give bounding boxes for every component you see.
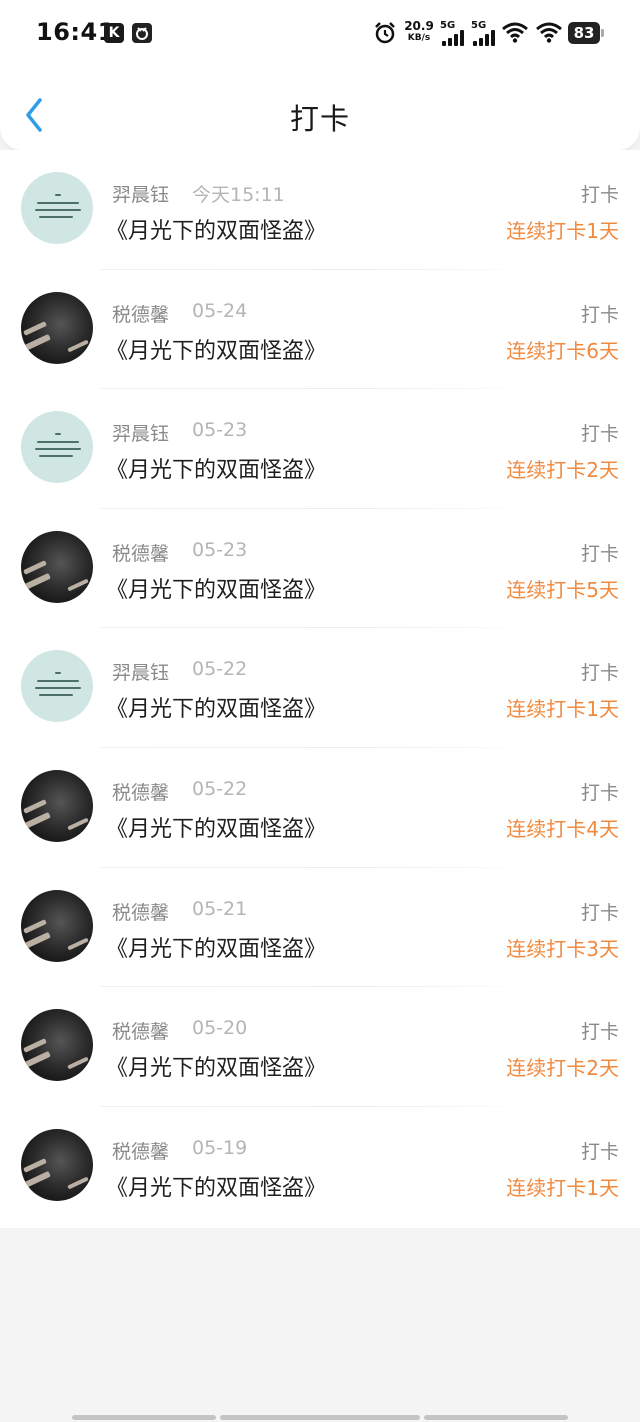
user-name: 税德馨 xyxy=(112,1140,170,1163)
user-name: 税德馨 xyxy=(112,901,170,924)
battery-indicator: 83 xyxy=(568,22,604,44)
streak-label: 连续打卡1天 xyxy=(506,697,619,722)
book-title: 《月光下的双面怪盗》 xyxy=(106,458,327,484)
avatar[interactable] xyxy=(21,650,93,723)
signal-icon-sim2: 5G xyxy=(471,20,499,46)
avatar[interactable] xyxy=(21,889,93,962)
checkin-date: 05-23 xyxy=(192,538,248,561)
streak-label: 连续打卡2天 xyxy=(506,1056,619,1081)
avatar[interactable] xyxy=(21,530,93,603)
checkin-date: 05-22 xyxy=(192,778,248,800)
checkin-row[interactable]: 税德馨 05-20 《月光下的双面怪盗》 打卡连续打卡2天 xyxy=(0,987,640,1107)
checkin-row[interactable]: 税德馨 05-23 《月光下的双面怪盗》 打卡连续打卡5天 xyxy=(0,509,640,629)
avatar[interactable] xyxy=(21,1009,93,1082)
notification-app-icon xyxy=(132,23,152,43)
checkin-date: 今天15:11 xyxy=(192,184,285,206)
user-name: 税德馨 xyxy=(112,303,170,326)
checkin-row[interactable]: 税德馨 05-21 《月光下的双面怪盗》 打卡连续打卡3天 xyxy=(0,868,640,988)
avatar[interactable] xyxy=(21,770,93,842)
avatar[interactable] xyxy=(21,1128,93,1201)
alarm-icon xyxy=(375,22,395,44)
checkin-date: 05-19 xyxy=(192,1136,248,1159)
streak-label: 连续打卡6天 xyxy=(506,338,619,363)
book-title: 《月光下的双面怪盗》 xyxy=(106,577,327,603)
checkin-row[interactable]: 羿晨钰 05-22 《月光下的双面怪盗》 打卡连续打卡1天 xyxy=(0,628,640,748)
streak-label: 连续打卡1天 xyxy=(506,1175,619,1200)
page-title: 打卡 xyxy=(289,102,350,136)
avatar[interactable] xyxy=(21,411,93,484)
streak-label: 连续打卡2天 xyxy=(506,458,619,483)
checkin-row[interactable]: 羿晨钰 05-23 《月光下的双面怪盗》 打卡连续打卡2天 xyxy=(0,389,640,509)
wifi-icon xyxy=(502,22,528,43)
book-title: 《月光下的双面怪盗》 xyxy=(106,338,327,364)
user-name: 羿晨钰 xyxy=(112,662,170,685)
user-name: 税德馨 xyxy=(112,1021,170,1044)
book-title: 《月光下的双面怪盗》 xyxy=(106,1175,327,1201)
checkin-tag: 打卡 xyxy=(580,542,619,565)
top-bar: 16:41 K 20.9 KB/s 5G 5G 83 打卡 xyxy=(0,0,640,150)
book-title: 《月光下的双面怪盗》 xyxy=(106,1056,327,1082)
checkin-tag: 打卡 xyxy=(580,303,619,326)
book-title: 《月光下的双面怪盗》 xyxy=(106,697,327,723)
checkin-date: 05-24 xyxy=(192,299,248,322)
streak-label: 连续打卡5天 xyxy=(506,577,619,602)
user-name: 税德馨 xyxy=(112,542,170,565)
book-title: 《月光下的双面怪盗》 xyxy=(106,817,327,842)
checkin-date: 05-20 xyxy=(192,1017,248,1040)
checkin-tag: 打卡 xyxy=(580,901,619,924)
streak-label: 连续打卡3天 xyxy=(506,936,619,961)
checkin-tag: 打卡 xyxy=(580,1140,619,1163)
k-app-icon: K xyxy=(104,23,124,43)
nav-indicator-left xyxy=(72,1415,216,1420)
checkin-tag: 打卡 xyxy=(580,782,619,804)
checkin-date: 05-22 xyxy=(192,658,248,681)
checkin-tag: 打卡 xyxy=(580,184,619,206)
user-name: 羿晨钰 xyxy=(112,184,170,206)
signal-icon-sim1: 5G xyxy=(440,20,468,46)
checkin-tag: 打卡 xyxy=(580,662,619,685)
user-name: 税德馨 xyxy=(112,782,170,804)
checkin-row[interactable]: 羿晨钰 今天15:11 《月光下的双面怪盗》 打卡连续打卡1天 xyxy=(0,150,640,270)
status-bar: 16:41 K 20.9 KB/s 5G 5G 83 xyxy=(0,0,640,66)
streak-label: 连续打卡4天 xyxy=(506,817,619,841)
checkin-tag: 打卡 xyxy=(580,1021,619,1044)
nav-indicator-center[interactable] xyxy=(220,1415,420,1420)
book-title: 《月光下的双面怪盗》 xyxy=(106,936,327,962)
checkin-date: 05-21 xyxy=(192,897,248,920)
checkin-row[interactable]: 税德馨 05-19 《月光下的双面怪盗》 打卡连续打卡1天 xyxy=(0,1107,640,1227)
streak-label: 连续打卡1天 xyxy=(506,219,619,243)
book-title: 《月光下的双面怪盗》 xyxy=(106,219,327,244)
checkin-row[interactable]: 税德馨 05-22 《月光下的双面怪盗》 打卡连续打卡4天 xyxy=(0,748,640,868)
avatar[interactable] xyxy=(21,291,93,364)
checkin-tag: 打卡 xyxy=(580,423,619,446)
checkin-date: 05-23 xyxy=(192,419,248,442)
wifi-icon-2 xyxy=(536,22,562,43)
avatar[interactable] xyxy=(21,172,93,244)
checkin-row[interactable]: 税德馨 05-24 《月光下的双面怪盗》 打卡连续打卡6天 xyxy=(0,270,640,390)
network-speed: 20.9 KB/s xyxy=(404,19,434,43)
checkin-list: 羿晨钰 今天15:11 《月光下的双面怪盗》 打卡 连续打卡1天 税德馨 05-24 《月光下… xyxy=(0,150,640,1228)
nav-indicator-right xyxy=(424,1415,568,1420)
user-name: 羿晨钰 xyxy=(112,423,170,446)
